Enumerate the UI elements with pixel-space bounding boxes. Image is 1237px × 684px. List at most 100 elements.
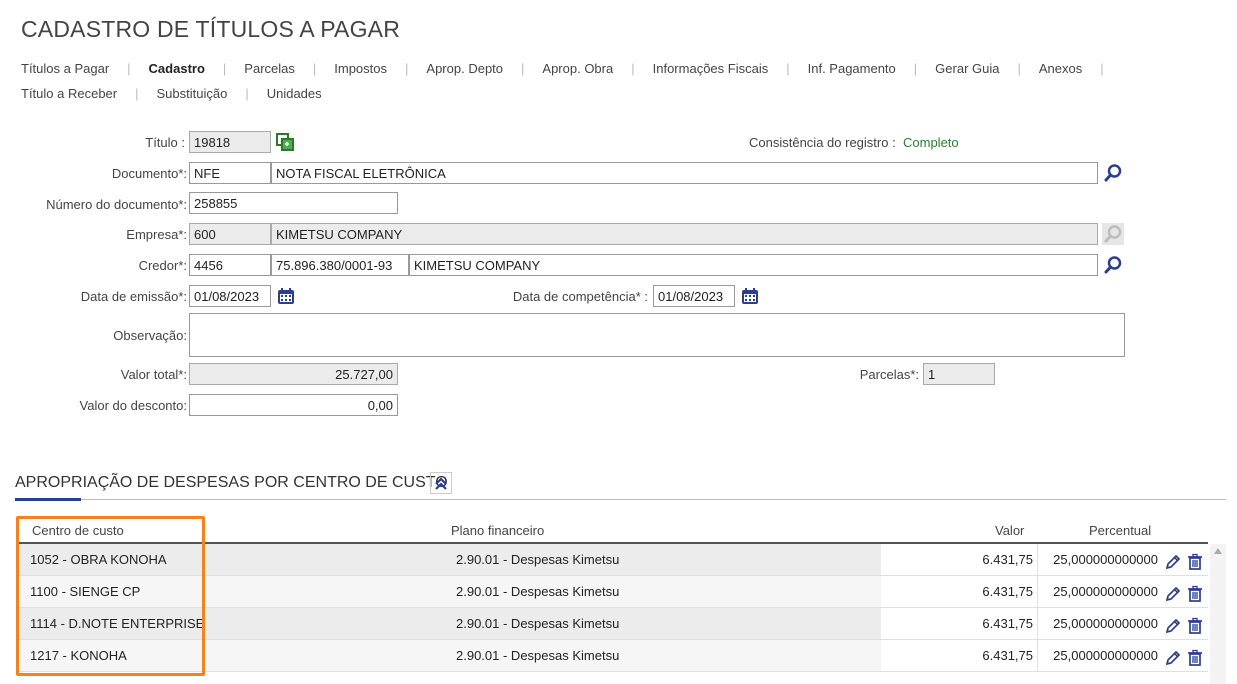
section-divider bbox=[15, 499, 1226, 500]
tab-gerar-guia[interactable]: Gerar Guia bbox=[935, 61, 999, 76]
tab-substituicao[interactable]: Substituição bbox=[157, 86, 228, 101]
valor-total-label: Valor total*: bbox=[120, 367, 187, 382]
cell-percentual: 25,000000000000 bbox=[1037, 640, 1158, 672]
tab-separator: | bbox=[245, 86, 249, 101]
cell-plano: 2.90.01 - Despesas Kimetsu bbox=[456, 584, 620, 599]
table-row[interactable]: 1217 - KONOHA 2.90.01 - Despesas Kimetsu… bbox=[18, 640, 1208, 672]
documento-code-field[interactable]: NFE bbox=[189, 162, 271, 184]
valor-total-field: 25.727,00 bbox=[189, 363, 398, 385]
tab-cadastro[interactable]: Cadastro bbox=[149, 61, 205, 76]
tab-separator: | bbox=[913, 61, 918, 76]
edit-icon[interactable] bbox=[1164, 583, 1182, 602]
documento-desc-field[interactable]: NOTA FISCAL ELETRÔNICA bbox=[271, 162, 1098, 184]
search-icon[interactable] bbox=[1102, 162, 1124, 184]
cell-centro: 1114 - D.NOTE ENTERPRISE bbox=[30, 616, 205, 631]
tab-anexos[interactable]: Anexos bbox=[1039, 61, 1082, 76]
col-header-centro[interactable]: Centro de custo bbox=[32, 523, 124, 538]
tab-separator: | bbox=[135, 86, 139, 101]
cell-valor: 6.431,75 bbox=[881, 544, 1033, 576]
cell-percentual: 25,000000000000 bbox=[1037, 576, 1158, 608]
row-shade bbox=[18, 576, 881, 608]
row-shade bbox=[18, 640, 881, 672]
parcelas-label: Parcelas*: bbox=[859, 367, 919, 382]
trash-icon[interactable] bbox=[1186, 615, 1204, 634]
edit-icon[interactable] bbox=[1164, 647, 1182, 666]
cell-centro: 1100 - SIENGE CP bbox=[30, 584, 141, 599]
search-icon bbox=[1102, 223, 1124, 245]
row-divider bbox=[18, 671, 1208, 672]
cell-percentual: 25,000000000000 bbox=[1037, 544, 1158, 576]
calendar-icon[interactable] bbox=[275, 285, 297, 307]
table-row[interactable]: 1114 - D.NOTE ENTERPRISE 2.90.01 - Despe… bbox=[18, 608, 1208, 640]
credor-cnpj-field[interactable]: 75.896.380/0001-93 bbox=[271, 254, 409, 276]
tab-informacoes-fiscais[interactable]: Informações Fiscais bbox=[653, 61, 769, 76]
tab-separator: | bbox=[1100, 61, 1104, 76]
cell-valor: 6.431,75 bbox=[881, 640, 1033, 672]
cell-valor: 6.431,75 bbox=[881, 608, 1033, 640]
emissao-field[interactable]: 01/08/2023 bbox=[189, 285, 271, 307]
titulo-field[interactable]: 19818 bbox=[189, 131, 271, 153]
observacao-label: Observação: bbox=[113, 328, 187, 343]
consistencia-value: Completo bbox=[903, 135, 959, 150]
titulo-label: Título : bbox=[145, 135, 185, 150]
credor-label: Credor*: bbox=[138, 258, 187, 273]
col-header-percentual[interactable]: Percentual bbox=[1089, 523, 1151, 538]
credor-name-field[interactable]: KIMETSU COMPANY bbox=[409, 254, 1098, 276]
empresa-label: Empresa*: bbox=[126, 227, 187, 242]
tab-separator: | bbox=[405, 61, 409, 76]
numero-field[interactable]: 258855 bbox=[189, 192, 398, 214]
documento-label: Documento*: bbox=[111, 166, 187, 181]
empresa-code-field: 600 bbox=[189, 223, 271, 245]
tab-parcelas[interactable]: Parcelas bbox=[244, 61, 295, 76]
col-header-plano[interactable]: Plano financeiro bbox=[451, 523, 544, 538]
grid-scrollbar[interactable] bbox=[1210, 544, 1226, 684]
observacao-field[interactable] bbox=[189, 313, 1125, 357]
tab-separator: | bbox=[312, 61, 317, 76]
cell-valor: 6.431,75 bbox=[881, 576, 1033, 608]
tab-inf-pagamento[interactable]: Inf. Pagamento bbox=[808, 61, 896, 76]
tab-separator: | bbox=[222, 61, 227, 76]
parcelas-field: 1 bbox=[923, 363, 995, 385]
tab-unidades[interactable]: Unidades bbox=[267, 86, 322, 101]
cell-plano: 2.90.01 - Despesas Kimetsu bbox=[456, 616, 620, 631]
cell-centro: 1217 - KONOHA bbox=[30, 648, 127, 663]
tab-separator: | bbox=[521, 61, 525, 76]
tab-aprop-obra[interactable]: Aprop. Obra bbox=[542, 61, 613, 76]
trash-icon[interactable] bbox=[1186, 583, 1204, 602]
section-accent-bar bbox=[15, 498, 81, 501]
tab-impostos[interactable]: Impostos bbox=[334, 61, 387, 76]
empresa-name-field: KIMETSU COMPANY bbox=[271, 223, 1098, 245]
tab-aprop-depto[interactable]: Aprop. Depto bbox=[426, 61, 503, 76]
trash-icon[interactable] bbox=[1186, 551, 1204, 570]
numero-label: Número do documento*: bbox=[46, 197, 187, 212]
section-title: APROPRIAÇÃO DE DESPESAS POR CENTRO DE CU… bbox=[15, 474, 448, 491]
table-row[interactable]: 1052 - OBRA KONOHA 2.90.01 - Despesas Ki… bbox=[18, 544, 1208, 576]
consistencia-label: Consistência do registro : bbox=[749, 135, 896, 150]
table-row[interactable]: 1100 - SIENGE CP 2.90.01 - Despesas Kime… bbox=[18, 576, 1208, 608]
chevron-up-double-icon[interactable] bbox=[430, 472, 452, 494]
edit-icon[interactable] bbox=[1164, 551, 1182, 570]
tab-titulo-a-receber[interactable]: Título a Receber bbox=[21, 86, 117, 101]
tab-bar-row1: Títulos a Pagar | Cadastro | Parcelas | Impost… bbox=[21, 61, 1122, 76]
tab-separator: | bbox=[631, 61, 635, 76]
cell-plano: 2.90.01 - Despesas Kimetsu bbox=[456, 552, 620, 567]
copy-icon[interactable] bbox=[274, 131, 296, 153]
emissao-label: Data de emissão*: bbox=[80, 289, 187, 304]
col-header-valor[interactable]: Valor bbox=[995, 523, 1024, 538]
search-icon[interactable] bbox=[1102, 254, 1124, 276]
tab-separator: | bbox=[786, 61, 790, 76]
cell-centro: 1052 - OBRA KONOHA bbox=[30, 552, 167, 567]
competencia-label: Data de competência* : bbox=[512, 289, 648, 304]
tab-titulos-a-pagar[interactable]: Títulos a Pagar bbox=[21, 61, 109, 76]
competencia-field[interactable]: 01/08/2023 bbox=[653, 285, 735, 307]
edit-icon[interactable] bbox=[1164, 615, 1182, 634]
credor-code-field[interactable]: 4456 bbox=[189, 254, 271, 276]
desconto-label: Valor do desconto: bbox=[79, 398, 187, 413]
calendar-icon[interactable] bbox=[739, 285, 761, 307]
cell-percentual: 25,000000000000 bbox=[1037, 608, 1158, 640]
tab-bar-row2: Título a Receber | Substituição | Unidades bbox=[21, 86, 322, 101]
desconto-field[interactable]: 0,00 bbox=[189, 394, 398, 416]
tab-separator: | bbox=[127, 61, 131, 76]
page-title: CADASTRO DE TÍTULOS A PAGAR bbox=[21, 16, 401, 42]
trash-icon[interactable] bbox=[1186, 647, 1204, 666]
